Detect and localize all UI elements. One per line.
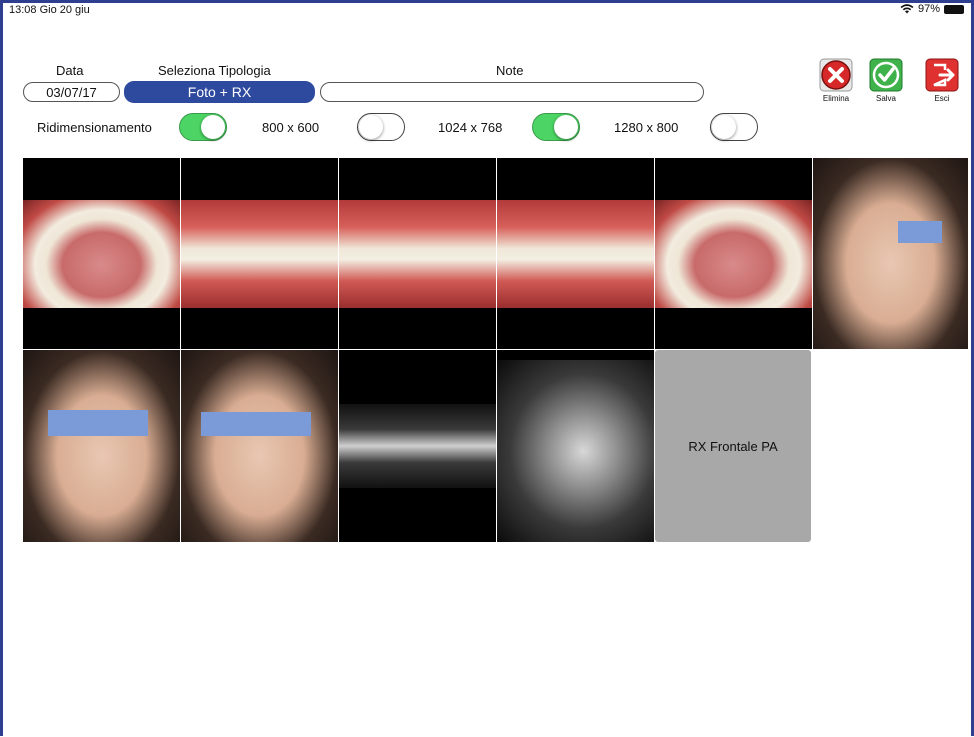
photo-image [497,360,654,542]
resize-toggle[interactable] [179,113,227,141]
save-button[interactable]: Salva [868,58,904,103]
battery-icon [944,4,964,14]
size-1024-label: 1024 x 768 [438,120,503,135]
size-800-label: 800 x 600 [262,120,320,135]
type-label: Seleziona Tipologia [158,63,271,78]
censor-bar [201,412,311,436]
photo-face-smile[interactable] [181,350,338,542]
resize-label: Ridimensionamento [37,120,152,135]
photo-lateral-left[interactable] [497,158,654,349]
date-field[interactable]: 03/07/17 [23,82,120,102]
photo-image [813,158,968,349]
photo-lateral-right[interactable] [181,158,338,349]
photo-image [339,200,496,308]
x-icon [819,58,853,92]
size-1280-label: 1280 x 800 [614,120,679,135]
type-select[interactable]: Foto + RX [124,81,315,103]
censor-bar [48,410,148,436]
exit-button[interactable]: Esci [924,58,960,103]
note-label: Note [496,63,524,78]
photo-frontal[interactable] [339,158,496,349]
censor-bar [898,221,942,243]
exit-label: Esci [934,94,950,103]
battery-percent: 97% [917,3,940,15]
date-label: Data [56,63,84,78]
size-1024-toggle[interactable] [532,113,580,141]
photo-profile[interactable] [813,158,968,349]
size-1280-toggle[interactable] [710,113,758,141]
photo-face-rest[interactable] [23,350,180,542]
placeholder-label: RX Frontale PA [688,438,778,454]
photo-image [181,200,338,308]
photo-image [497,200,654,308]
xray-cephalometric[interactable] [497,350,654,542]
photo-occlusal-upper[interactable] [23,158,180,349]
note-field[interactable] [320,82,704,102]
photo-image [655,200,812,308]
status-indicators: 97% [900,3,964,15]
status-time: 13:08 Gio 20 giu [9,4,90,16]
photo-image [339,404,496,488]
photo-image [181,350,338,542]
photo-image [23,200,180,308]
size-800-toggle[interactable] [357,113,405,141]
photo-occlusal-lower[interactable] [655,158,812,349]
check-icon [869,58,903,92]
exit-icon [925,58,959,92]
save-label: Salva [875,94,896,103]
delete-button[interactable]: Elimina [818,58,854,103]
wifi-icon [900,4,914,14]
xray-frontal-pa-slot[interactable]: RX Frontale PA [655,350,811,542]
delete-label: Elimina [822,94,850,103]
photo-image [23,350,180,542]
xray-panoramic[interactable] [339,350,496,542]
